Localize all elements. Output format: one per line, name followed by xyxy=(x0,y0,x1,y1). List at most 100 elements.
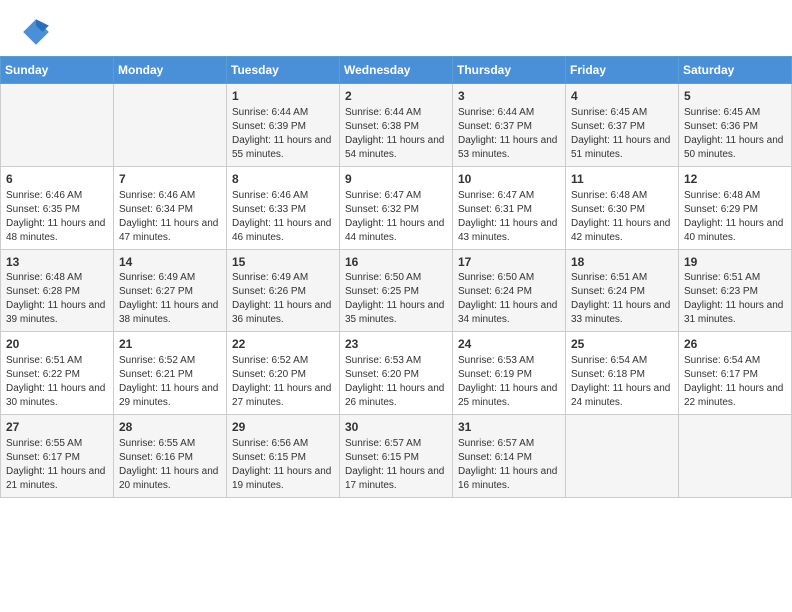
calendar-week-row: 6Sunrise: 6:46 AM Sunset: 6:35 PM Daylig… xyxy=(1,166,792,249)
day-info: Sunrise: 6:50 AM Sunset: 6:25 PM Dayligh… xyxy=(345,271,447,327)
calendar-week-row: 1Sunrise: 6:44 AM Sunset: 6:39 PM Daylig… xyxy=(1,84,792,167)
day-info: Sunrise: 6:52 AM Sunset: 6:21 PM Dayligh… xyxy=(119,354,221,410)
calendar-day-26: 26Sunrise: 6:54 AM Sunset: 6:17 PM Dayli… xyxy=(679,332,792,415)
page-header xyxy=(0,0,792,56)
day-info: Sunrise: 6:55 AM Sunset: 6:16 PM Dayligh… xyxy=(119,437,221,493)
day-number: 31 xyxy=(458,419,560,436)
day-info: Sunrise: 6:47 AM Sunset: 6:31 PM Dayligh… xyxy=(458,189,560,245)
day-number: 9 xyxy=(345,171,447,188)
calendar-day-31: 31Sunrise: 6:57 AM Sunset: 6:14 PM Dayli… xyxy=(453,415,566,498)
calendar-day-18: 18Sunrise: 6:51 AM Sunset: 6:24 PM Dayli… xyxy=(566,249,679,332)
calendar-day-3: 3Sunrise: 6:44 AM Sunset: 6:37 PM Daylig… xyxy=(453,84,566,167)
day-info: Sunrise: 6:54 AM Sunset: 6:18 PM Dayligh… xyxy=(571,354,673,410)
day-number: 21 xyxy=(119,336,221,353)
calendar-empty-cell xyxy=(1,84,114,167)
day-number: 3 xyxy=(458,88,560,105)
day-info: Sunrise: 6:57 AM Sunset: 6:14 PM Dayligh… xyxy=(458,437,560,493)
day-number: 26 xyxy=(684,336,786,353)
day-number: 11 xyxy=(571,171,673,188)
day-number: 22 xyxy=(232,336,334,353)
calendar-day-13: 13Sunrise: 6:48 AM Sunset: 6:28 PM Dayli… xyxy=(1,249,114,332)
day-info: Sunrise: 6:54 AM Sunset: 6:17 PM Dayligh… xyxy=(684,354,786,410)
day-info: Sunrise: 6:44 AM Sunset: 6:37 PM Dayligh… xyxy=(458,106,560,162)
calendar-week-row: 13Sunrise: 6:48 AM Sunset: 6:28 PM Dayli… xyxy=(1,249,792,332)
calendar-day-11: 11Sunrise: 6:48 AM Sunset: 6:30 PM Dayli… xyxy=(566,166,679,249)
calendar-day-8: 8Sunrise: 6:46 AM Sunset: 6:33 PM Daylig… xyxy=(227,166,340,249)
header-sunday: Sunday xyxy=(1,57,114,84)
day-number: 2 xyxy=(345,88,447,105)
day-number: 20 xyxy=(6,336,108,353)
day-info: Sunrise: 6:53 AM Sunset: 6:20 PM Dayligh… xyxy=(345,354,447,410)
day-info: Sunrise: 6:48 AM Sunset: 6:29 PM Dayligh… xyxy=(684,189,786,245)
day-info: Sunrise: 6:50 AM Sunset: 6:24 PM Dayligh… xyxy=(458,271,560,327)
calendar-day-10: 10Sunrise: 6:47 AM Sunset: 6:31 PM Dayli… xyxy=(453,166,566,249)
calendar-day-15: 15Sunrise: 6:49 AM Sunset: 6:26 PM Dayli… xyxy=(227,249,340,332)
header-friday: Friday xyxy=(566,57,679,84)
day-number: 12 xyxy=(684,171,786,188)
calendar-day-12: 12Sunrise: 6:48 AM Sunset: 6:29 PM Dayli… xyxy=(679,166,792,249)
calendar-day-23: 23Sunrise: 6:53 AM Sunset: 6:20 PM Dayli… xyxy=(340,332,453,415)
day-number: 29 xyxy=(232,419,334,436)
calendar-day-4: 4Sunrise: 6:45 AM Sunset: 6:37 PM Daylig… xyxy=(566,84,679,167)
day-info: Sunrise: 6:46 AM Sunset: 6:33 PM Dayligh… xyxy=(232,189,334,245)
calendar-day-21: 21Sunrise: 6:52 AM Sunset: 6:21 PM Dayli… xyxy=(114,332,227,415)
calendar-week-row: 27Sunrise: 6:55 AM Sunset: 6:17 PM Dayli… xyxy=(1,415,792,498)
calendar-week-row: 20Sunrise: 6:51 AM Sunset: 6:22 PM Dayli… xyxy=(1,332,792,415)
day-number: 19 xyxy=(684,254,786,271)
day-info: Sunrise: 6:57 AM Sunset: 6:15 PM Dayligh… xyxy=(345,437,447,493)
day-number: 27 xyxy=(6,419,108,436)
day-info: Sunrise: 6:48 AM Sunset: 6:28 PM Dayligh… xyxy=(6,271,108,327)
day-info: Sunrise: 6:45 AM Sunset: 6:36 PM Dayligh… xyxy=(684,106,786,162)
calendar-day-1: 1Sunrise: 6:44 AM Sunset: 6:39 PM Daylig… xyxy=(227,84,340,167)
day-info: Sunrise: 6:44 AM Sunset: 6:39 PM Dayligh… xyxy=(232,106,334,162)
calendar-day-29: 29Sunrise: 6:56 AM Sunset: 6:15 PM Dayli… xyxy=(227,415,340,498)
header-saturday: Saturday xyxy=(679,57,792,84)
day-info: Sunrise: 6:51 AM Sunset: 6:22 PM Dayligh… xyxy=(6,354,108,410)
calendar-day-30: 30Sunrise: 6:57 AM Sunset: 6:15 PM Dayli… xyxy=(340,415,453,498)
header-thursday: Thursday xyxy=(453,57,566,84)
day-number: 6 xyxy=(6,171,108,188)
calendar-day-20: 20Sunrise: 6:51 AM Sunset: 6:22 PM Dayli… xyxy=(1,332,114,415)
calendar-day-9: 9Sunrise: 6:47 AM Sunset: 6:32 PM Daylig… xyxy=(340,166,453,249)
day-number: 17 xyxy=(458,254,560,271)
day-info: Sunrise: 6:45 AM Sunset: 6:37 PM Dayligh… xyxy=(571,106,673,162)
day-number: 30 xyxy=(345,419,447,436)
day-info: Sunrise: 6:51 AM Sunset: 6:24 PM Dayligh… xyxy=(571,271,673,327)
calendar-empty-cell xyxy=(566,415,679,498)
day-number: 4 xyxy=(571,88,673,105)
day-info: Sunrise: 6:53 AM Sunset: 6:19 PM Dayligh… xyxy=(458,354,560,410)
day-info: Sunrise: 6:56 AM Sunset: 6:15 PM Dayligh… xyxy=(232,437,334,493)
day-info: Sunrise: 6:46 AM Sunset: 6:34 PM Dayligh… xyxy=(119,189,221,245)
calendar-day-25: 25Sunrise: 6:54 AM Sunset: 6:18 PM Dayli… xyxy=(566,332,679,415)
calendar-day-16: 16Sunrise: 6:50 AM Sunset: 6:25 PM Dayli… xyxy=(340,249,453,332)
day-number: 5 xyxy=(684,88,786,105)
day-number: 7 xyxy=(119,171,221,188)
day-number: 16 xyxy=(345,254,447,271)
day-info: Sunrise: 6:52 AM Sunset: 6:20 PM Dayligh… xyxy=(232,354,334,410)
day-info: Sunrise: 6:49 AM Sunset: 6:26 PM Dayligh… xyxy=(232,271,334,327)
calendar-day-6: 6Sunrise: 6:46 AM Sunset: 6:35 PM Daylig… xyxy=(1,166,114,249)
calendar-day-28: 28Sunrise: 6:55 AM Sunset: 6:16 PM Dayli… xyxy=(114,415,227,498)
calendar-day-27: 27Sunrise: 6:55 AM Sunset: 6:17 PM Dayli… xyxy=(1,415,114,498)
day-number: 10 xyxy=(458,171,560,188)
day-info: Sunrise: 6:49 AM Sunset: 6:27 PM Dayligh… xyxy=(119,271,221,327)
calendar-day-17: 17Sunrise: 6:50 AM Sunset: 6:24 PM Dayli… xyxy=(453,249,566,332)
day-number: 13 xyxy=(6,254,108,271)
day-info: Sunrise: 6:48 AM Sunset: 6:30 PM Dayligh… xyxy=(571,189,673,245)
day-number: 8 xyxy=(232,171,334,188)
day-number: 14 xyxy=(119,254,221,271)
calendar-empty-cell xyxy=(114,84,227,167)
calendar-day-7: 7Sunrise: 6:46 AM Sunset: 6:34 PM Daylig… xyxy=(114,166,227,249)
calendar-day-22: 22Sunrise: 6:52 AM Sunset: 6:20 PM Dayli… xyxy=(227,332,340,415)
calendar-day-2: 2Sunrise: 6:44 AM Sunset: 6:38 PM Daylig… xyxy=(340,84,453,167)
day-number: 24 xyxy=(458,336,560,353)
day-info: Sunrise: 6:47 AM Sunset: 6:32 PM Dayligh… xyxy=(345,189,447,245)
header-monday: Monday xyxy=(114,57,227,84)
day-number: 23 xyxy=(345,336,447,353)
calendar-day-14: 14Sunrise: 6:49 AM Sunset: 6:27 PM Dayli… xyxy=(114,249,227,332)
day-info: Sunrise: 6:46 AM Sunset: 6:35 PM Dayligh… xyxy=(6,189,108,245)
day-info: Sunrise: 6:44 AM Sunset: 6:38 PM Dayligh… xyxy=(345,106,447,162)
day-number: 18 xyxy=(571,254,673,271)
day-info: Sunrise: 6:51 AM Sunset: 6:23 PM Dayligh… xyxy=(684,271,786,327)
logo xyxy=(20,16,56,48)
